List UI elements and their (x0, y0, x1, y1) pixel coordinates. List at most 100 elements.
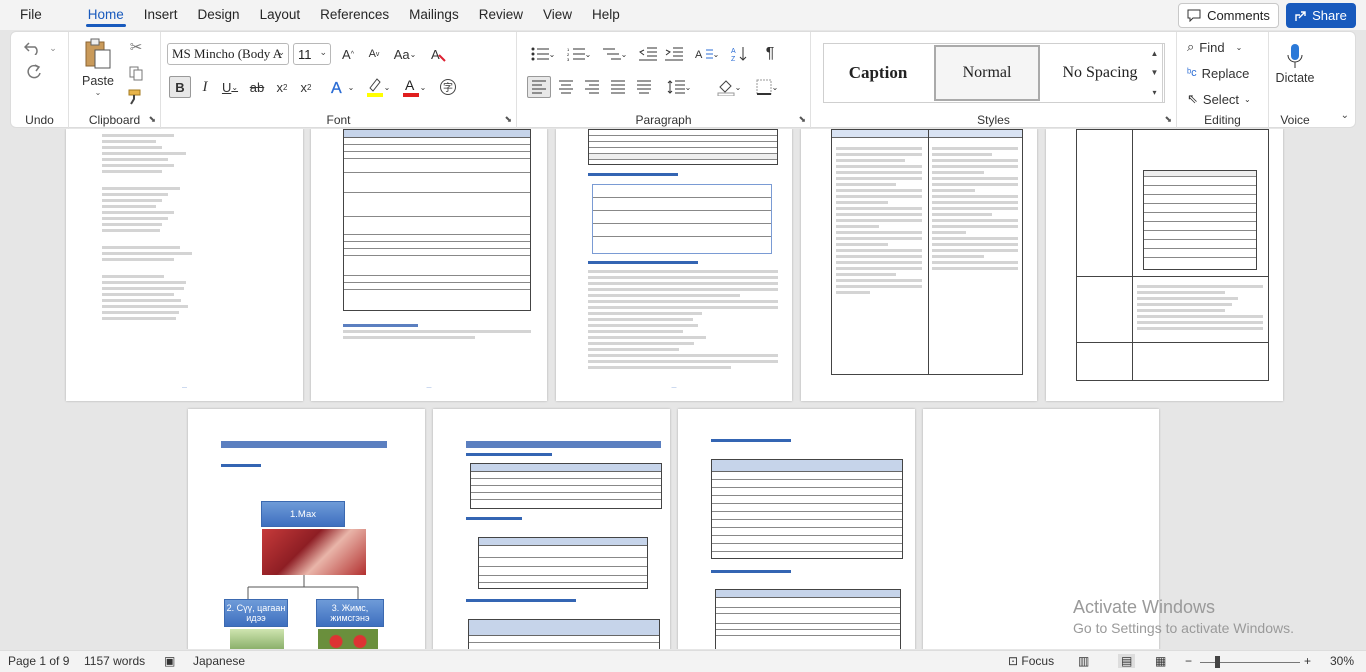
tab-insert[interactable]: Insert (134, 0, 188, 30)
proofing-icon[interactable]: ▣ (164, 654, 175, 668)
editing-group-label: Editing (1204, 113, 1241, 127)
activate-subtitle: Go to Settings to activate Windows. (1073, 620, 1294, 636)
highlight-color-icon[interactable]: ⌄ (361, 76, 395, 98)
styles-up-icon[interactable]: ▲ (1151, 49, 1159, 58)
bullets-icon[interactable]: ⌄ (527, 44, 559, 64)
collapse-ribbon-icon[interactable]: ⌄ (1341, 110, 1349, 121)
share-icon (1295, 10, 1306, 21)
align-left-button[interactable] (527, 76, 551, 98)
page-5[interactable] (1046, 129, 1283, 401)
svg-text:3: 3 (567, 57, 570, 61)
copy-icon[interactable] (126, 64, 146, 82)
tab-file[interactable]: File (10, 0, 52, 30)
zoom-level[interactable]: 30% (1330, 654, 1354, 668)
distributed-button[interactable] (633, 76, 655, 98)
styles-more-icon[interactable]: ▾ (1152, 88, 1156, 97)
word-count[interactable]: 1157 words (84, 654, 145, 668)
page-3[interactable]: — (556, 129, 792, 401)
undo-icon[interactable] (21, 38, 45, 58)
page-7[interactable] (433, 409, 670, 649)
font-color-icon[interactable]: A ⌄ (397, 76, 431, 98)
page-6[interactable]: 1.Мах 2. Сүү, цагаан идээ 3. Жимс, жимсг… (188, 409, 425, 649)
tab-references[interactable]: References (310, 0, 399, 30)
shading-icon[interactable]: ⌄ (713, 76, 745, 98)
align-center-button[interactable] (555, 76, 577, 98)
web-layout-icon[interactable]: ▦ (1155, 654, 1166, 668)
italic-button[interactable]: I (195, 76, 215, 98)
document-workspace[interactable]: — — — 1.Мах 2. Сүү, цагаан идээ 3. Жимс,… (0, 129, 1366, 649)
paragraph-launcher-icon[interactable]: ⬊ (798, 114, 806, 125)
style-caption[interactable]: Caption (828, 45, 928, 101)
page-8[interactable] (678, 409, 915, 649)
text-effects-icon[interactable]: A ⌄ (327, 76, 357, 98)
font-family-select[interactable]: MS Mincho (Body A ⌄ (167, 43, 289, 65)
zoom-out-button[interactable]: − (1185, 654, 1192, 668)
page-2[interactable]: — (311, 129, 547, 401)
enclose-characters-icon[interactable]: 字 (437, 76, 459, 98)
numbering-icon[interactable]: 1 2 3 ⌄ (563, 44, 595, 64)
undo-dropdown-icon[interactable]: ⌄ (47, 40, 59, 56)
tab-help[interactable]: Help (582, 0, 630, 30)
align-right-button[interactable] (581, 76, 603, 98)
increase-indent-icon[interactable] (663, 44, 685, 64)
focus-icon: ⊡ (1008, 654, 1022, 668)
language-indicator[interactable]: Japanese (193, 654, 245, 668)
superscript-button[interactable]: x2 (295, 76, 317, 98)
print-layout-icon[interactable]: ▤ (1118, 654, 1136, 668)
tab-design[interactable]: Design (188, 0, 250, 30)
replace-icon: ᵇc (1187, 67, 1197, 79)
page-count[interactable]: Page 1 of 9 (8, 654, 69, 668)
sort-icon[interactable]: AZ (729, 44, 751, 64)
paste-button[interactable]: Paste ⌄ (79, 36, 117, 98)
styles-down-icon[interactable]: ▼ (1151, 68, 1159, 77)
styles-scroll[interactable]: ▲ ▼ ▾ (1145, 43, 1165, 103)
read-mode-icon[interactable]: ▥ (1078, 654, 1089, 668)
format-painter-icon[interactable] (126, 88, 146, 106)
change-case-icon[interactable]: Aa ⌄ (391, 44, 419, 64)
style-normal[interactable]: Normal (934, 45, 1040, 101)
font-launcher-icon[interactable]: ⬊ (504, 114, 512, 125)
strikethrough-button[interactable]: ab (245, 76, 269, 98)
cut-icon[interactable]: ✂ (126, 38, 146, 56)
tab-layout[interactable]: Layout (250, 0, 311, 30)
select-label: Select (1202, 91, 1240, 107)
page-4[interactable] (801, 129, 1037, 401)
asian-layout-icon[interactable]: A ⌄ (693, 44, 721, 64)
font-size-select[interactable]: 11 ⌄ (293, 43, 331, 65)
page-2-table (343, 129, 531, 311)
zoom-slider-thumb[interactable] (1215, 656, 1220, 668)
focus-button[interactable]: ⊡ Focus (1008, 654, 1054, 668)
tab-view[interactable]: View (533, 0, 582, 30)
zoom-in-button[interactable]: + (1304, 654, 1311, 668)
show-formatting-marks-icon[interactable]: ¶ (759, 44, 781, 64)
dictate-button[interactable]: Dictate (1273, 38, 1317, 90)
clipboard-launcher-icon[interactable]: ⬊ (148, 114, 156, 125)
multilevel-list-icon[interactable]: ⌄ (599, 44, 631, 64)
subscript-button[interactable]: x2 (271, 76, 293, 98)
select-button[interactable]: ⇖ Select ⌄ (1187, 90, 1263, 108)
styles-launcher-icon[interactable]: ⬊ (1164, 114, 1172, 125)
find-button[interactable]: ⌕ Find ⌄ (1187, 38, 1263, 56)
line-spacing-icon[interactable]: ⌄ (663, 76, 695, 98)
bold-button[interactable]: B (169, 76, 191, 98)
meat-image (262, 529, 366, 575)
borders-icon[interactable]: ⌄ (751, 76, 783, 98)
ribbon: ⌄ Undo Paste ⌄ ✂ Clipboard ⬊ MS Mincho (… (10, 31, 1356, 129)
page-3-text (588, 267, 778, 372)
justify-button[interactable] (607, 76, 629, 98)
tab-mailings[interactable]: Mailings (399, 0, 469, 30)
underline-button[interactable]: U ⌄ (217, 76, 243, 98)
shrink-font-icon[interactable]: Av (363, 44, 385, 64)
tab-review[interactable]: Review (469, 0, 533, 30)
clear-formatting-icon[interactable]: A (427, 44, 449, 64)
decrease-indent-icon[interactable] (637, 44, 659, 64)
redo-icon[interactable] (21, 62, 45, 82)
replace-button[interactable]: ᵇc Replace (1187, 64, 1263, 82)
grow-font-icon[interactable]: A ^ (337, 44, 359, 64)
page-2-footer: — (426, 385, 432, 391)
style-no-spacing[interactable]: No Spacing (1044, 45, 1156, 101)
tab-home[interactable]: Home (78, 0, 134, 30)
page-1[interactable]: — (66, 129, 303, 401)
comments-button[interactable]: Comments (1178, 3, 1279, 28)
share-button[interactable]: Share (1286, 3, 1356, 28)
